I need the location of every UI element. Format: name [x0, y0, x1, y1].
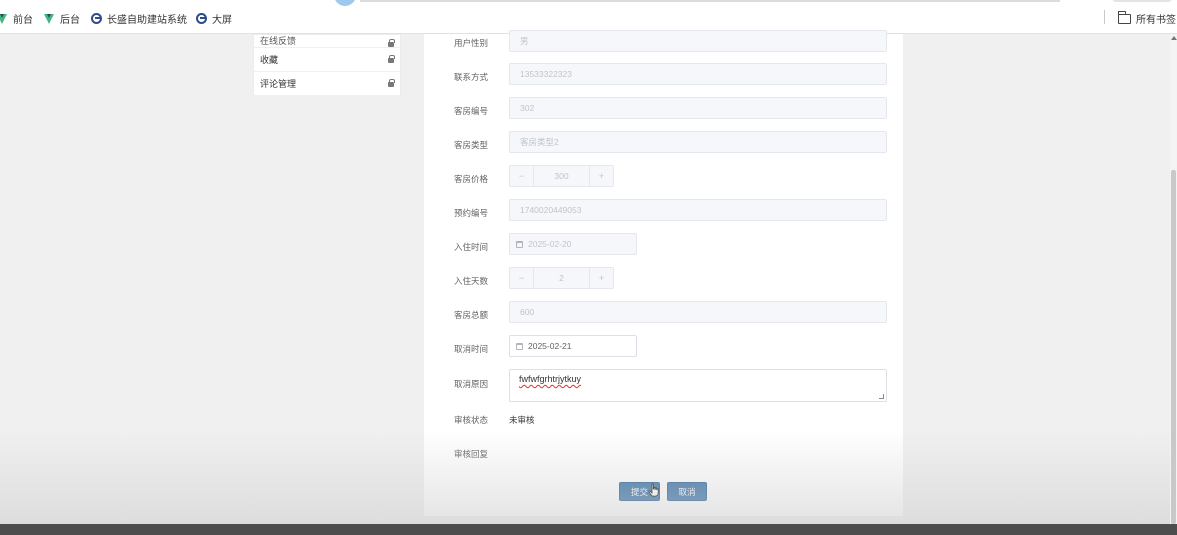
hand-cursor-icon	[648, 483, 659, 497]
booking-no-field[interactable]: 1740020449053	[509, 199, 887, 221]
bookmarks-divider	[1104, 10, 1105, 24]
cancel-reason-textarea[interactable]: fwfwfgrhtrjytkuy	[509, 369, 887, 402]
checkin-label: 入住时间	[454, 242, 489, 252]
bookmark-big-screen[interactable]: 大屏	[196, 11, 232, 26]
scroll-up-icon[interactable]	[1171, 36, 1177, 40]
sidebar-item-feedback[interactable]: 在线反馈	[254, 35, 400, 48]
all-bookmarks-label: 所有书签	[1136, 15, 1176, 26]
bookmark-label: 长盛自助建站系统	[107, 15, 187, 26]
sidebar-item-label: 评论管理	[260, 79, 297, 89]
bookmark-site-builder[interactable]: 长盛自助建站系统	[91, 11, 187, 26]
lock-icon	[388, 55, 395, 63]
cancel-date-label: 取消时间	[454, 344, 489, 354]
room-price-stepper[interactable]: − 300 +	[509, 165, 614, 187]
cancel-button[interactable]: 取消	[667, 482, 707, 501]
audit-status-label: 审核状态	[454, 415, 489, 425]
cancel-booking-form: 用户性别 男 联系方式 13533322323 客房编号 302 客房类型 客房…	[424, 30, 903, 516]
scrollbar-thumb[interactable]	[1171, 170, 1176, 524]
sidebar-item-label: 在线反馈	[260, 36, 297, 46]
bookmark-backend[interactable]: 后台	[44, 11, 80, 26]
booking-no-label: 预约编号	[454, 208, 489, 218]
all-bookmarks-button[interactable]: 所有书签	[1117, 10, 1176, 26]
contact-label: 联系方式	[454, 72, 489, 82]
room-no-label: 客房编号	[454, 106, 489, 116]
calendar-icon	[516, 240, 523, 248]
room-no-field[interactable]: 302	[509, 97, 887, 119]
sidebar-item-favorites[interactable]: 收藏	[254, 48, 400, 72]
sidebar-menu: 在线反馈 收藏 评论管理	[253, 34, 401, 96]
toolbar-pill	[1112, 0, 1172, 2]
room-price-value[interactable]: 300	[534, 166, 589, 186]
folder-icon	[1117, 10, 1131, 24]
increment-button[interactable]: +	[589, 166, 613, 186]
audit-reply-label: 审核回复	[454, 449, 489, 459]
audit-status-value: 未审核	[509, 415, 535, 425]
stay-days-value[interactable]: 2	[534, 268, 589, 288]
vue-icon	[44, 13, 55, 24]
bottom-bar	[0, 524, 1177, 535]
cancel-reason-label: 取消原因	[454, 379, 489, 389]
bookmark-label: 后台	[60, 15, 80, 26]
globe-icon	[196, 13, 207, 24]
room-type-field[interactable]: 客房类型2	[509, 131, 887, 153]
bookmarks-bar: 前台 后台 长盛自助建站系统 大屏 所有书签	[0, 0, 1177, 34]
calendar-icon	[516, 342, 523, 350]
total-field[interactable]: 600	[509, 301, 887, 323]
stay-days-label: 入住天数	[454, 276, 489, 286]
checkin-date-picker[interactable]: 2025-02-20	[509, 233, 637, 255]
room-type-label: 客房类型	[454, 140, 489, 150]
contact-field[interactable]: 13533322323	[509, 63, 887, 85]
vue-icon	[0, 13, 8, 24]
gender-field[interactable]: 男	[509, 30, 887, 52]
globe-icon	[91, 13, 102, 24]
bookmark-label: 大屏	[212, 15, 232, 26]
lock-icon	[388, 79, 395, 87]
gender-label: 用户性别	[454, 38, 489, 48]
cancel-date-picker[interactable]: 2025-02-21	[509, 335, 637, 357]
total-label: 客房总额	[454, 310, 489, 320]
decrement-button[interactable]: −	[510, 166, 534, 186]
stay-days-stepper[interactable]: − 2 +	[509, 267, 614, 289]
resize-handle[interactable]	[879, 394, 884, 399]
room-price-label: 客房价格	[454, 174, 489, 184]
lock-icon	[388, 39, 395, 47]
sidebar-item-label: 收藏	[260, 55, 279, 65]
bookmark-frontend[interactable]: 前台	[0, 11, 33, 26]
sidebar-item-comments[interactable]: 评论管理	[254, 72, 400, 96]
profile-dot[interactable]	[334, 0, 356, 6]
increment-button[interactable]: +	[589, 268, 613, 288]
tab-strip-edge	[360, 0, 1060, 2]
bookmark-label: 前台	[13, 15, 33, 26]
decrement-button[interactable]: −	[510, 268, 534, 288]
